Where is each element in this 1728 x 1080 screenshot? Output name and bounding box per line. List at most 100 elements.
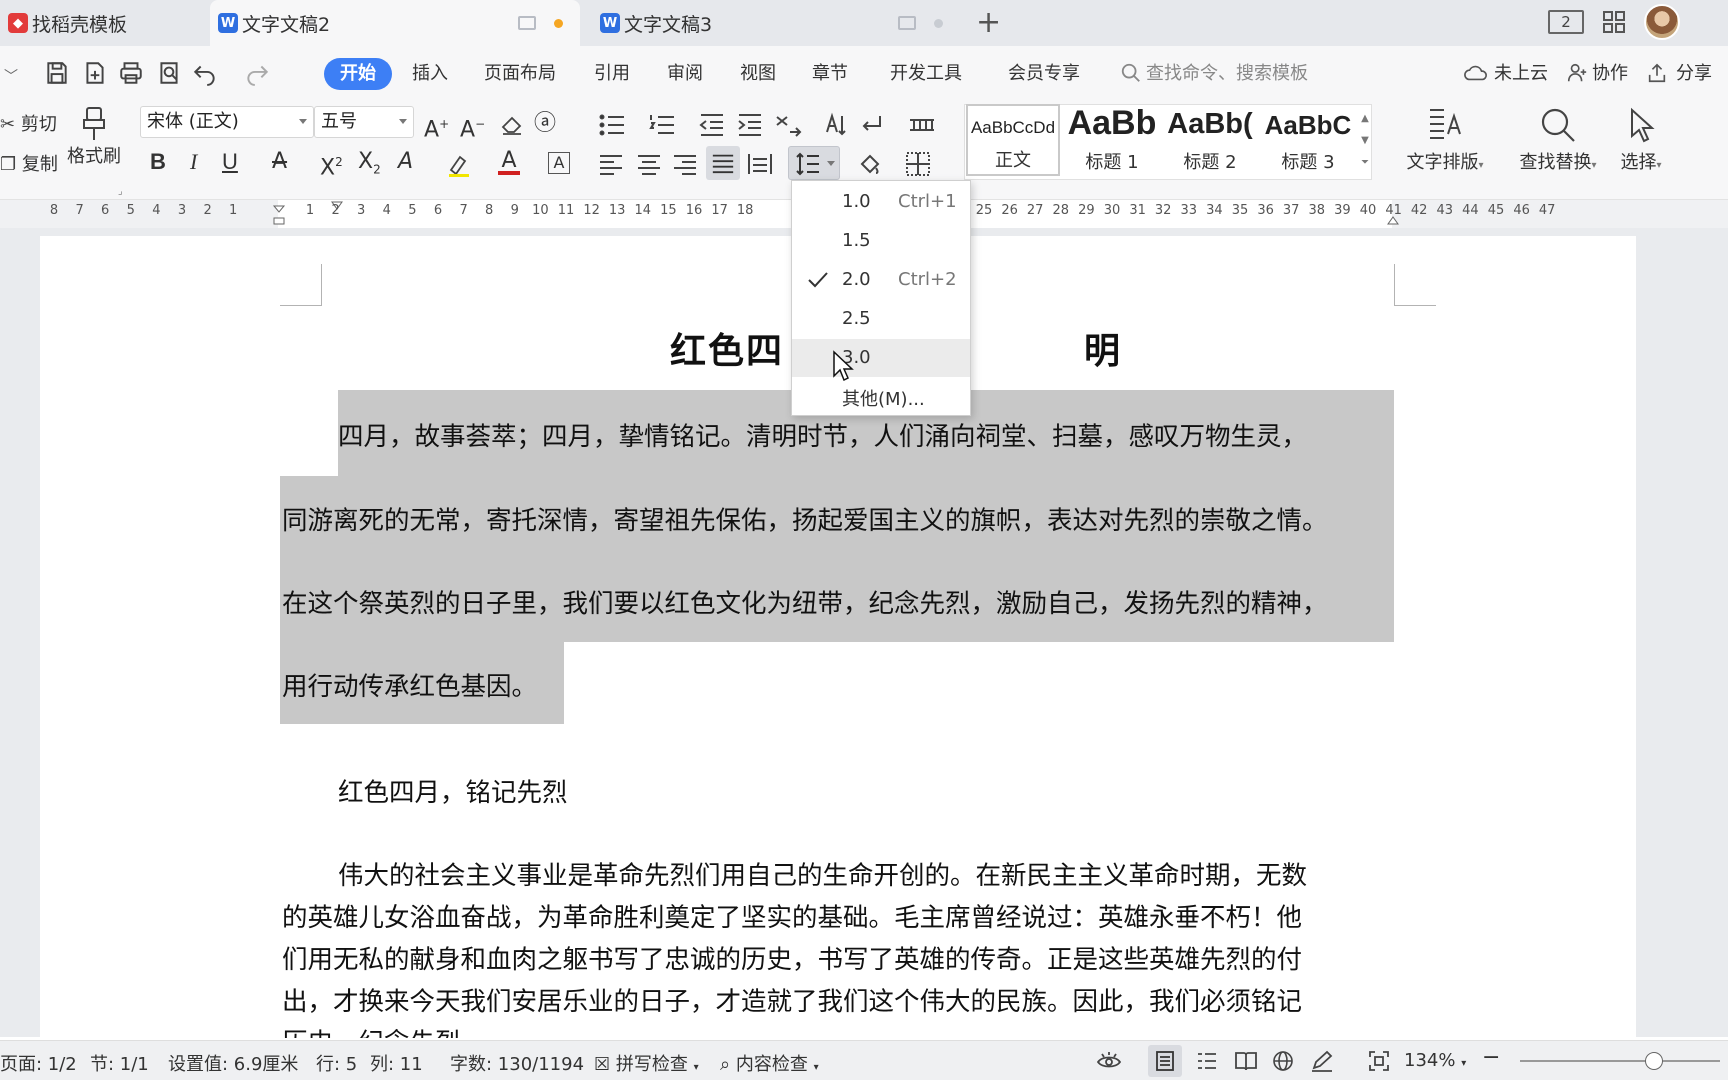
share-button[interactable]: 分享 [1676, 58, 1712, 90]
spellcheck-button[interactable]: ☒ 拼写检查 ▾ [594, 1050, 699, 1076]
menu-tab-review[interactable]: 审阅 [667, 58, 703, 90]
select-button[interactable]: 选择▾ [1614, 106, 1668, 174]
menu-tab-chapter[interactable]: 章节 [812, 58, 848, 90]
style-scroll[interactable]: ▲ ▼ ⏷ [1358, 108, 1372, 174]
print-icon[interactable] [118, 60, 144, 86]
apps-grid-icon[interactable] [1602, 10, 1626, 34]
format-painter-button[interactable]: 格式刷 [66, 106, 122, 168]
window-layout-button[interactable]: 2 [1548, 10, 1584, 34]
menu-tab-page-layout[interactable]: 页面布局 [484, 58, 556, 90]
user-avatar[interactable] [1644, 4, 1680, 40]
tab-document-3[interactable]: W 文字文稿3 [592, 0, 962, 46]
increase-indent-icon[interactable] [736, 112, 764, 138]
page-indicator[interactable]: 页面: 1/2 [0, 1050, 77, 1076]
section-indicator[interactable]: 节: 1/1 [90, 1050, 149, 1076]
tab-docer-templates[interactable]: ◆ 找稻壳模板 [0, 0, 206, 46]
italic-icon[interactable]: I [190, 148, 197, 176]
menu-tab-start[interactable]: 开始 [324, 58, 392, 90]
style-normal[interactable]: AaBbCcDd 正文 [966, 104, 1060, 176]
sort-icon[interactable] [822, 112, 850, 138]
tab-document-2[interactable]: W 文字文稿2 [210, 0, 580, 46]
style-heading-2[interactable]: AaBb( 标题 2 [1162, 104, 1258, 176]
page-view-button[interactable] [1148, 1045, 1182, 1077]
align-center-icon[interactable] [636, 152, 662, 176]
zoom-slider-track[interactable] [1520, 1060, 1720, 1062]
font-size-select[interactable]: 五号 [314, 106, 414, 138]
distribute-icon[interactable] [746, 150, 774, 178]
cloud-status-button[interactable]: 未上云 [1494, 58, 1548, 90]
text-direction-icon[interactable] [774, 112, 802, 138]
line-spacing-option-2-5[interactable]: 2.5 [792, 300, 970, 338]
eye-protection-icon[interactable] [1096, 1050, 1122, 1072]
paragraph-line[interactable]: 同游离死的无常，寄托深情，寄望祖先保佑，扬起爱国主义的旗帜，表达对先烈的崇敬之情… [282, 500, 1328, 537]
line-spacing-button[interactable] [788, 146, 840, 180]
paragraph-line[interactable]: 伟大的社会主义事业是革命先烈们用自己的生命开创的。在新民主主义革命时期，无数 [338, 855, 1307, 892]
chevron-down-icon[interactable]: ﹀ [4, 66, 18, 86]
menu-tab-view[interactable]: 视图 [740, 58, 776, 90]
zoom-slider-thumb[interactable] [1645, 1052, 1663, 1070]
shrink-font-icon[interactable]: A− [460, 110, 485, 144]
collaborate-button[interactable]: 协作 [1592, 58, 1628, 90]
menu-tab-developer[interactable]: 开发工具 [890, 58, 962, 90]
paragraph-line[interactable]: 出，才换来今天我们安居乐业的日子，才造就了我们这个伟大的民族。因此，我们必须铭记 [282, 981, 1302, 1018]
shading-icon[interactable] [856, 150, 884, 178]
cut-button[interactable]: ✂ 剪切 [0, 110, 57, 136]
decrease-indent-icon[interactable] [698, 112, 726, 138]
menu-tab-insert[interactable]: 插入 [412, 58, 448, 90]
content-check-button[interactable]: ⌕ 内容检查 ▾ [720, 1050, 819, 1076]
undo-icon[interactable] [192, 60, 218, 86]
left-indent-marker[interactable] [272, 204, 286, 226]
outline-view-icon[interactable] [1196, 1051, 1218, 1071]
superscript-icon[interactable]: X2 [320, 148, 343, 182]
borders-icon[interactable] [904, 150, 932, 178]
line-spacing-option-2-0[interactable]: 2.0 Ctrl+2 [792, 261, 970, 299]
table-grid-icon[interactable] [908, 112, 936, 138]
web-view-icon[interactable] [1272, 1050, 1294, 1072]
command-search-input[interactable]: 查找命令、搜索模板 [1146, 58, 1308, 90]
style-heading-3[interactable]: AaBbC 标题 3 [1260, 104, 1356, 176]
menu-tab-member[interactable]: 会员专享 [1008, 58, 1080, 90]
setting-value[interactable]: 设置值: 6.9厘米 [168, 1050, 298, 1076]
text-layout-button[interactable]: 文字排版▾ [1400, 106, 1490, 174]
align-right-icon[interactable] [672, 152, 698, 176]
pinyin-icon[interactable]: ⓐ [534, 110, 556, 138]
line-spacing-other[interactable]: 其他(M)... [792, 377, 970, 415]
save-icon[interactable] [44, 60, 70, 86]
highlight-icon[interactable] [446, 152, 472, 178]
justify-button[interactable] [706, 146, 740, 180]
align-left-icon[interactable] [598, 152, 624, 176]
paragraph-line[interactable]: 在这个祭英烈的日子里，我们要以红色文化为纽带，纪念先烈，激励自己，发扬先烈的精神… [282, 583, 1328, 620]
export-pdf-icon[interactable] [82, 60, 108, 86]
underline-icon[interactable]: U [222, 148, 238, 176]
paragraph-line[interactable]: 的英雄儿女浴血奋战，为革命胜利奠定了坚实的基础。毛主席曾经说过：英雄永垂不朽！他 [282, 897, 1302, 934]
grow-font-icon[interactable]: A+ [424, 110, 449, 144]
more-styles-icon[interactable]: ⏷ [1358, 152, 1372, 174]
font-color-button[interactable]: A [498, 148, 520, 175]
print-preview-icon[interactable] [156, 60, 182, 86]
copy-button[interactable]: ❐ 复制 [0, 150, 58, 176]
bullet-list-icon[interactable] [598, 112, 628, 138]
redo-icon[interactable] [244, 60, 270, 86]
chevron-down-icon[interactable]: ▼ [1358, 130, 1372, 152]
text-effect-icon[interactable]: A [398, 148, 413, 176]
subscript-icon[interactable]: X2 [358, 148, 381, 183]
zoom-out-button[interactable]: − [1482, 1045, 1500, 1070]
paragraph-line[interactable]: 们用无私的献身和血肉之躯书写了忠诚的历史，书写了英雄的传奇。正是这些英雄先烈的付 [282, 939, 1302, 976]
find-replace-button[interactable]: 查找替换▾ [1512, 106, 1604, 174]
section-subtitle[interactable]: 红色四月，铭记先烈 [338, 772, 568, 809]
chevron-up-icon[interactable]: ▲ [1358, 108, 1372, 130]
line-spacing-option-1-5[interactable]: 1.5 [792, 222, 970, 260]
new-tab-button[interactable]: + [976, 8, 1001, 38]
row-indicator[interactable]: 行: 5 [316, 1050, 357, 1076]
paragraph-line[interactable]: 四月，故事荟萃；四月，挚情铭记。清明时节，人们涌向祠堂、扫墓，感叹万物生灵， [338, 416, 1307, 453]
column-indicator[interactable]: 列: 11 [370, 1050, 423, 1076]
char-border-icon[interactable]: A [548, 152, 570, 174]
clipboard-expand-icon[interactable]: ⌟ [118, 186, 123, 197]
bold-icon[interactable]: B [150, 148, 166, 176]
line-spacing-option-3-0[interactable]: 3.0 [792, 339, 970, 377]
paragraph-line[interactable]: 历史，纪念先烈 [282, 1022, 461, 1038]
style-heading-1[interactable]: AaBb 标题 1 [1064, 104, 1160, 176]
menu-tab-references[interactable]: 引用 [594, 58, 630, 90]
numbered-list-icon[interactable] [648, 112, 678, 138]
line-spacing-option-1-0[interactable]: 1.0 Ctrl+1 [792, 183, 970, 221]
